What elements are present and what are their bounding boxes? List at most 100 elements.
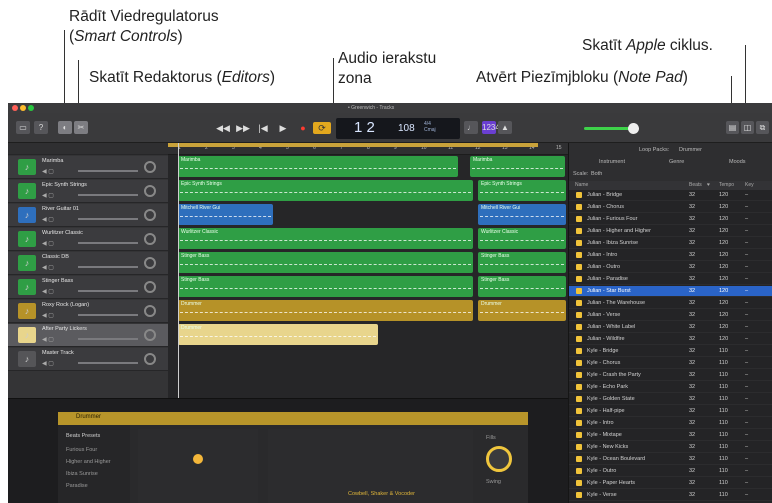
xy-pad-puck[interactable] (193, 454, 203, 464)
track-region[interactable]: Drummer (178, 324, 378, 345)
track-volume-slider[interactable] (78, 362, 138, 364)
track-header[interactable]: ♪ Master Track ◀ ▢ (8, 348, 168, 371)
loop-row[interactable]: Julian - White Label 32 120 – (569, 322, 772, 333)
smart-controls-button[interactable]: ◐ (58, 121, 72, 134)
track-region[interactable]: Wurlitzer Classic (478, 228, 566, 249)
track-volume-slider[interactable] (78, 314, 138, 316)
loop-row[interactable]: Julian - The Warehouse 32 120 – (569, 298, 772, 309)
loop-packs-label[interactable]: Loop Packs: (639, 147, 669, 153)
track-region[interactable]: Wurlitzer Classic (178, 228, 473, 249)
pan-knob[interactable] (144, 329, 156, 341)
filter-moods[interactable]: Moods (729, 159, 746, 165)
track-region[interactable]: Stinger Bass (178, 252, 473, 273)
help-button[interactable]: ? (34, 121, 48, 134)
track-header[interactable]: ♪ Stinger Bass ◀ ▢ (8, 276, 168, 299)
track-volume-slider[interactable] (78, 218, 138, 220)
loop-row[interactable]: Kyle - Ocean Boulevard 32 110 – (569, 454, 772, 465)
track-header[interactable]: ♪ After Party Lickers ◀ ▢ (8, 324, 168, 347)
tracks-area[interactable]: 1 2 3 4 5 6 7 8 9 10 11 12 13 14 15 Marimba Marimba Epic… (168, 143, 568, 398)
record-button[interactable]: ● (294, 122, 312, 134)
count-in-button[interactable]: 1234 (482, 121, 500, 134)
mute-solo-icons[interactable]: ◀ ▢ (42, 216, 54, 223)
go-to-beginning-button[interactable]: |◀ (254, 122, 272, 134)
mute-solo-icons[interactable]: ◀ ▢ (42, 360, 54, 367)
track-header[interactable]: ♪ Epic Synth Strings ◀ ▢ (8, 180, 168, 203)
track-region[interactable]: Stinger Bass (478, 276, 566, 297)
preset-item[interactable]: Higher and Higher (66, 459, 111, 465)
scale-select[interactable]: Both (591, 171, 602, 177)
track-region[interactable]: Mitchell River Gui (478, 204, 566, 225)
pan-knob[interactable] (144, 305, 156, 317)
loop-row[interactable]: Kyle - Chorus 32 110 – (569, 358, 772, 369)
mute-solo-icons[interactable]: ◀ ▢ (42, 264, 54, 271)
minimize-window-button[interactable] (20, 105, 26, 111)
track-region[interactable]: Stinger Bass (478, 252, 566, 273)
track-volume-slider[interactable] (78, 266, 138, 268)
loop-row[interactable]: Julian - Higher and Higher 32 120 – (569, 226, 772, 237)
mute-solo-icons[interactable]: ◀ ▢ (42, 288, 54, 295)
loop-row[interactable]: Julian - Verse 32 120 – (569, 310, 772, 321)
preset-item[interactable]: Ibiza Sunrise (66, 471, 98, 477)
loop-row[interactable]: Kyle - Paper Hearts 32 110 – (569, 478, 772, 489)
fills-knob[interactable] (486, 446, 512, 472)
drum-kit-faders[interactable]: Cowbell, Shaker & Vocoder (268, 429, 473, 503)
track-header[interactable]: ♪ Classic DB ◀ ▢ (8, 252, 168, 275)
loop-row[interactable]: Kyle - Golden State 32 110 – (569, 394, 772, 405)
loop-row[interactable]: Julian - Outro 32 120 – (569, 262, 772, 273)
pan-knob[interactable] (144, 161, 156, 173)
loop-row[interactable]: Kyle - Mixtape 32 110 – (569, 430, 772, 441)
mute-solo-icons[interactable]: ◀ ▢ (42, 240, 54, 247)
library-button[interactable]: ▭ (16, 121, 30, 134)
filter-instrument[interactable]: Instrument (599, 159, 625, 165)
col-beats[interactable]: Beats (689, 182, 702, 188)
track-header[interactable]: ♪ River Guitar 01 ◀ ▢ (8, 204, 168, 227)
track-volume-slider[interactable] (78, 338, 138, 340)
master-volume-slider[interactable] (584, 127, 634, 130)
drummer-pack-label[interactable]: Drummer (679, 147, 702, 153)
loop-row[interactable]: Kyle - Intro 32 110 – (569, 418, 772, 429)
track-header[interactable]: ♪ Wurlitzer Classic ◀ ▢ (8, 228, 168, 251)
close-window-button[interactable] (12, 105, 18, 111)
track-header[interactable]: ♪ Marimba ◀ ▢ (8, 156, 168, 179)
pan-knob[interactable] (144, 281, 156, 293)
track-region[interactable]: Marimba (470, 156, 565, 177)
track-volume-slider[interactable] (78, 194, 138, 196)
track-region[interactable]: Marimba (178, 156, 458, 177)
rewind-button[interactable]: ◀◀ (214, 122, 232, 134)
note-pad-button[interactable]: ▤ (726, 121, 739, 134)
loop-row[interactable]: Julian - Star Burst 32 120 – (569, 286, 772, 297)
track-region[interactable]: Stinger Bass (178, 276, 473, 297)
editors-button[interactable]: ✂ (74, 121, 88, 134)
pan-knob[interactable] (144, 185, 156, 197)
cycle-button[interactable]: ⟳ (313, 122, 331, 134)
lcd-display[interactable]: 1 2 108 4/4 Cmaj (336, 118, 460, 139)
track-header[interactable]: ♪ Roxy Rock (Logan) ◀ ▢ (8, 300, 168, 323)
cycle-region[interactable] (168, 143, 538, 147)
pan-knob[interactable] (144, 257, 156, 269)
loop-row[interactable]: Julian - Wildfire 32 120 – (569, 334, 772, 345)
play-button[interactable]: ▶ (274, 122, 292, 134)
loop-row[interactable]: Julian - Ibiza Sunrise 32 120 – (569, 238, 772, 249)
track-volume-slider[interactable] (78, 242, 138, 244)
loop-row[interactable]: Julian - Paradise 32 120 – (569, 274, 772, 285)
pan-knob[interactable] (144, 233, 156, 245)
col-key[interactable]: Key (745, 182, 754, 188)
loop-row[interactable]: Kyle - New Kicks 32 110 – (569, 442, 772, 453)
apple-loops-button[interactable]: ◫ (741, 121, 754, 134)
track-region[interactable]: Drummer (478, 300, 566, 321)
mute-solo-icons[interactable]: ◀ ▢ (42, 168, 54, 175)
preset-item[interactable]: Furious Four (66, 447, 97, 453)
fast-forward-button[interactable]: ▶▶ (234, 122, 252, 134)
mute-solo-icons[interactable]: ◀ ▢ (42, 336, 54, 343)
loop-row[interactable]: Julian - Furious Four 32 120 – (569, 214, 772, 225)
track-volume-slider[interactable] (78, 170, 138, 172)
filter-genre[interactable]: Genre (669, 159, 684, 165)
loop-row[interactable]: Kyle - Verse 32 110 – (569, 490, 772, 501)
preset-item[interactable]: Paradise (66, 483, 88, 489)
zoom-window-button[interactable] (28, 105, 34, 111)
master-volume-knob[interactable] (628, 123, 639, 134)
track-region[interactable]: Drummer (178, 300, 473, 321)
mute-solo-icons[interactable]: ◀ ▢ (42, 312, 54, 319)
media-browser-button[interactable]: ⧉ (756, 121, 769, 134)
xy-pad[interactable] (138, 429, 258, 503)
